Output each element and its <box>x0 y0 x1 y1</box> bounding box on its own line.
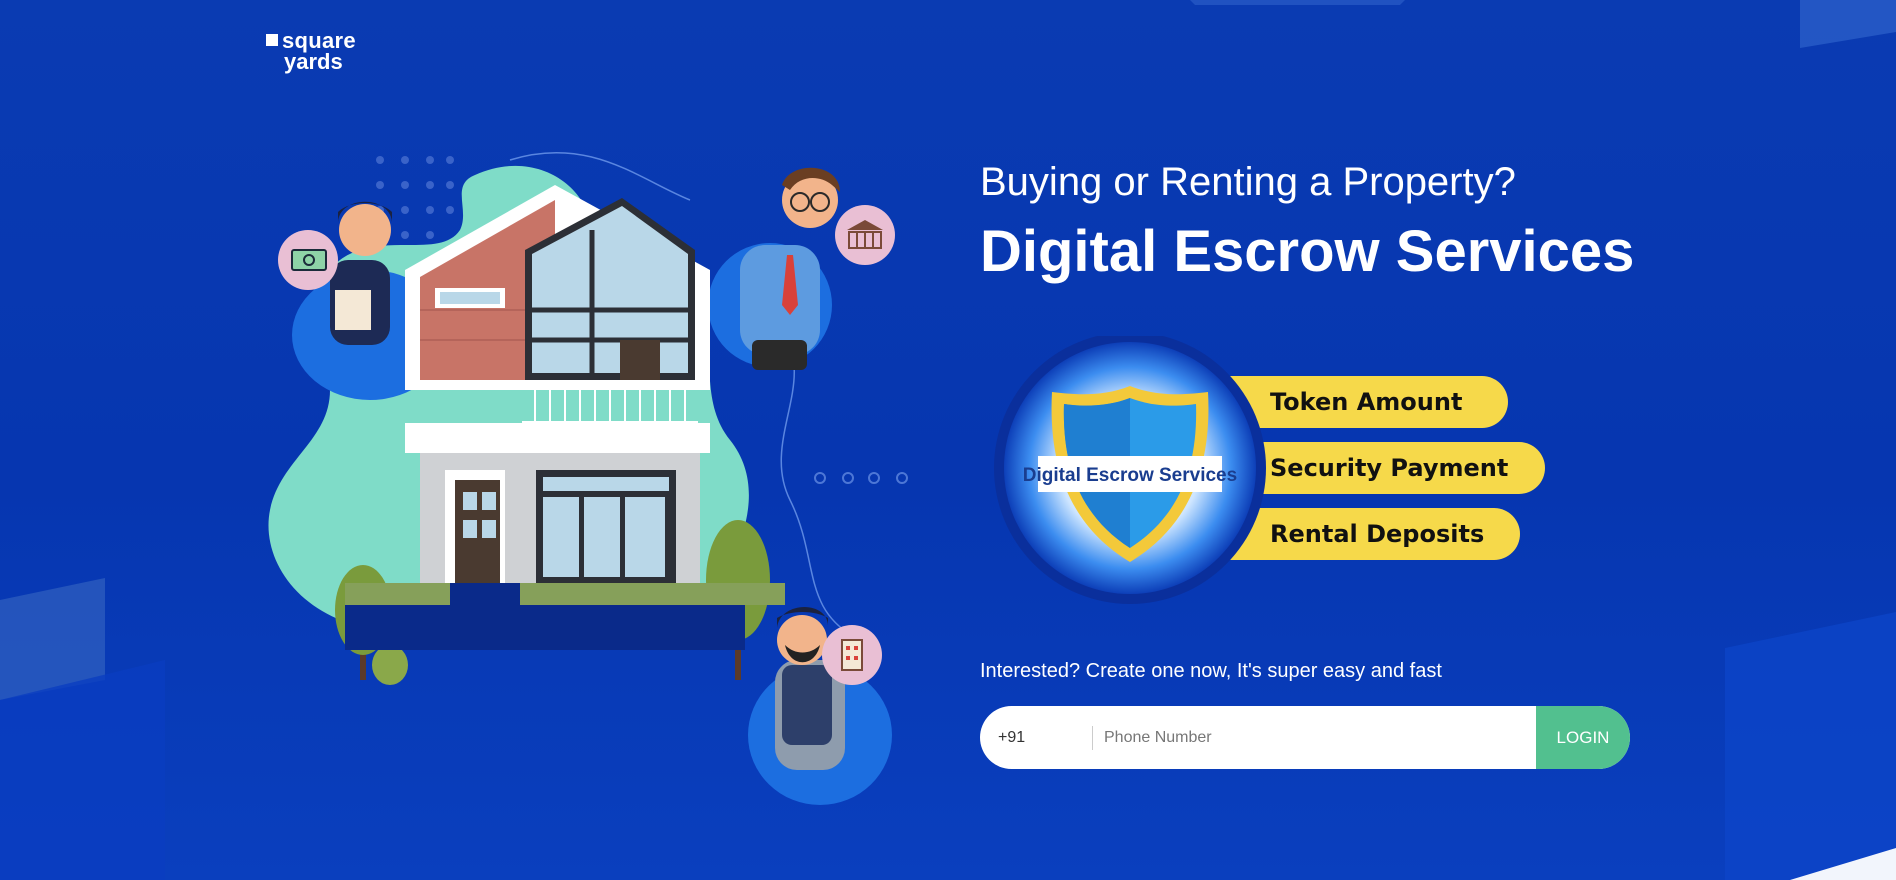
hero-subtitle: Buying or Renting a Property? <box>980 160 1516 204</box>
phone-login-form: +91 LOGIN <box>980 706 1630 769</box>
login-button[interactable]: LOGIN <box>1536 706 1630 769</box>
phone-number-input[interactable] <box>1104 706 1504 769</box>
shield-text: Digital Escrow Services <box>1023 465 1237 486</box>
logo-square-icon <box>266 34 278 46</box>
money-icon <box>278 230 338 290</box>
signup-prompt: Interested? Create one now, It's super e… <box>980 660 1442 682</box>
shield-badge-icon: Digital Escrow Services <box>994 336 1266 604</box>
house-illustration <box>268 151 908 805</box>
square-yards-logo[interactable]: square yards <box>266 28 376 76</box>
country-code[interactable]: +91 <box>998 706 1025 769</box>
bank-icon <box>835 205 895 265</box>
field-divider <box>1092 726 1093 750</box>
escrow-badge-area: Token Amount Security Payment Rental Dep… <box>990 336 1550 606</box>
logo-text-line2: yards <box>284 49 343 74</box>
building-icon <box>822 625 882 685</box>
hero-title: Digital Escrow Services <box>980 219 1635 284</box>
agent-person-right <box>740 167 840 370</box>
agent-person-left <box>330 201 392 345</box>
